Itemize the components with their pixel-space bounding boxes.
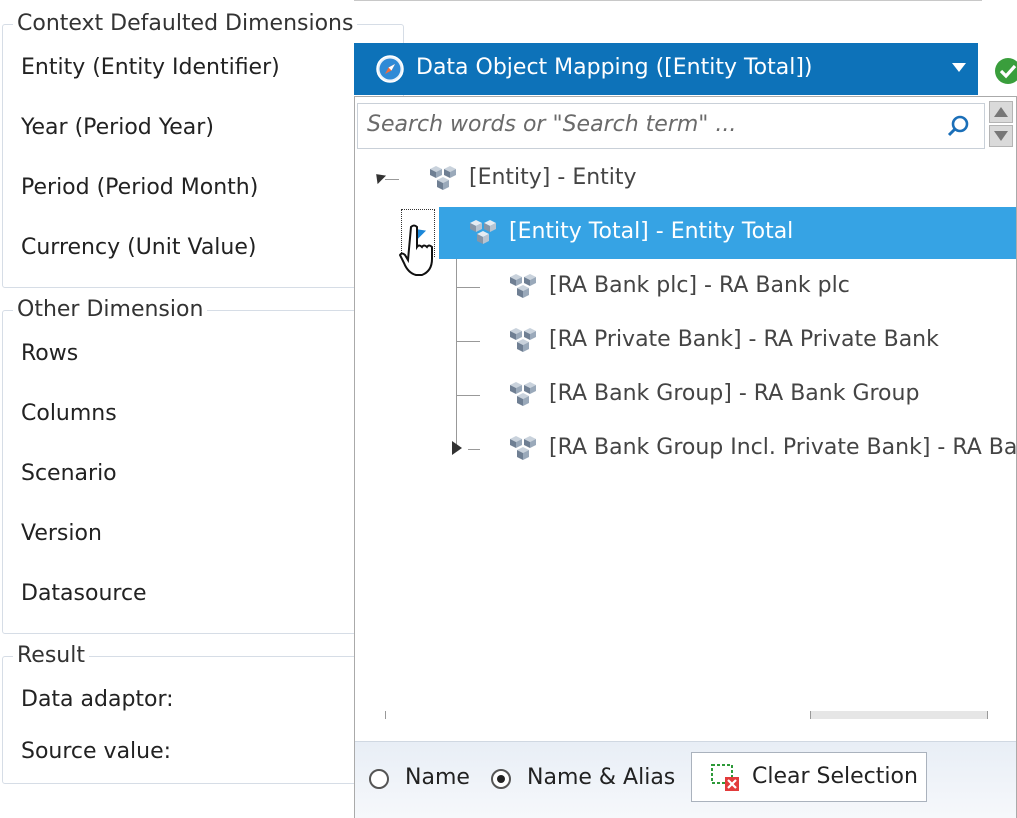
currency-field-label: Currency (Unit Value): [21, 235, 257, 260]
horizontal-scrollbar[interactable]: [355, 711, 1016, 741]
radio-name[interactable]: [369, 769, 389, 789]
popup-footer: Name Name & Alias Clear Selection: [355, 741, 1016, 818]
hand-cursor-icon: [399, 224, 433, 276]
source-value-label: Source value:: [21, 739, 172, 764]
tree-node-ra-bank-plc[interactable]: [RA Bank plc] - RA Bank plc: [475, 261, 1016, 313]
cubes-icon: [430, 166, 456, 190]
scroll-up-button[interactable]: [989, 101, 1013, 123]
expand-arrow-icon[interactable]: [452, 441, 462, 455]
tree-node-label: [RA Bank plc] - RA Bank plc: [549, 273, 850, 298]
tree-node-ra-private-bank[interactable]: [RA Private Bank] - RA Private Bank: [475, 315, 1016, 367]
datasource-field-label: Datasource: [21, 581, 147, 606]
clear-selection-button[interactable]: Clear Selection: [691, 752, 927, 802]
scroll-track-left: [385, 711, 386, 719]
clear-selection-icon: [711, 764, 739, 791]
search-icon[interactable]: [946, 114, 970, 138]
result-title: Result: [13, 642, 89, 670]
cubes-icon: [510, 382, 536, 406]
top-divider: [354, 0, 982, 1]
dropdown-selected-text: Data Object Mapping ([Entity Total]): [416, 55, 813, 80]
check-ok-icon: [995, 58, 1017, 84]
other-dimension-group: Other Dimension Rows Columns Scenario Ve…: [2, 296, 404, 634]
dropdown-arrow-icon[interactable]: [952, 63, 966, 72]
scroll-thumb[interactable]: [810, 711, 988, 719]
tree-node-entity-total[interactable]: [Entity Total] - Entity Total: [439, 207, 1016, 259]
search-placeholder[interactable]: Search words or "Search term" ...: [367, 111, 736, 139]
version-field-label: Version: [21, 521, 102, 546]
search-box[interactable]: Search words or "Search term" ...: [357, 103, 985, 149]
tree-node-label: [RA Bank Group Incl. Private Bank] - RA …: [549, 435, 1016, 460]
compass-icon: [376, 55, 404, 83]
radio-name-alias[interactable]: [491, 769, 511, 789]
tree-connector: [456, 257, 457, 449]
cubes-icon: [510, 328, 536, 352]
rows-field-label: Rows: [21, 341, 79, 366]
tree-node-label: [Entity Total] - Entity Total: [509, 219, 794, 244]
tree-node-label: [RA Bank Group] - RA Bank Group: [549, 381, 920, 406]
columns-field-label: Columns: [21, 401, 117, 426]
entity-field-label: Entity (Entity Identifier): [21, 55, 280, 80]
result-group: Result Data adaptor: Source value:: [2, 642, 404, 784]
collapse-arrow-icon[interactable]: [371, 169, 387, 185]
cubes-icon: [510, 436, 536, 460]
scenario-field-label: Scenario: [21, 461, 117, 486]
tree-node-ra-bank-group[interactable]: [RA Bank Group] - RA Bank Group: [475, 369, 1016, 421]
cubes-icon: [510, 274, 536, 298]
scroll-down-button[interactable]: [989, 125, 1013, 147]
year-field-label: Year (Period Year): [21, 115, 214, 140]
tree-node-label: [RA Private Bank] - RA Private Bank: [549, 327, 939, 352]
period-field-label: Period (Period Month): [21, 175, 259, 200]
cubes-icon: [470, 220, 496, 244]
tree-node-label: [Entity] - Entity: [469, 165, 637, 190]
radio-name-alias-label[interactable]: Name & Alias: [527, 764, 675, 792]
tree-node-ra-bank-group-incl[interactable]: [RA Bank Group Incl. Private Bank] - RA …: [475, 423, 1016, 475]
other-dimension-title: Other Dimension: [13, 296, 208, 324]
data-adaptor-label: Data adaptor:: [21, 687, 174, 712]
scroll-down-arrow-icon: [994, 131, 1008, 141]
context-dimensions-title: Context Defaulted Dimensions: [13, 10, 358, 38]
radio-name-label[interactable]: Name: [405, 764, 470, 792]
context-dimensions-group: Context Defaulted Dimensions Entity (Ent…: [2, 10, 404, 288]
scroll-up-arrow-icon: [994, 107, 1008, 117]
clear-selection-label: Clear Selection: [752, 764, 918, 789]
data-object-mapping-dropdown[interactable]: Data Object Mapping ([Entity Total]): [354, 43, 978, 95]
tree-node-entity[interactable]: [Entity] - Entity: [355, 153, 1016, 205]
dropdown-popup: Search words or "Search term" ... [Entit…: [354, 96, 1017, 818]
